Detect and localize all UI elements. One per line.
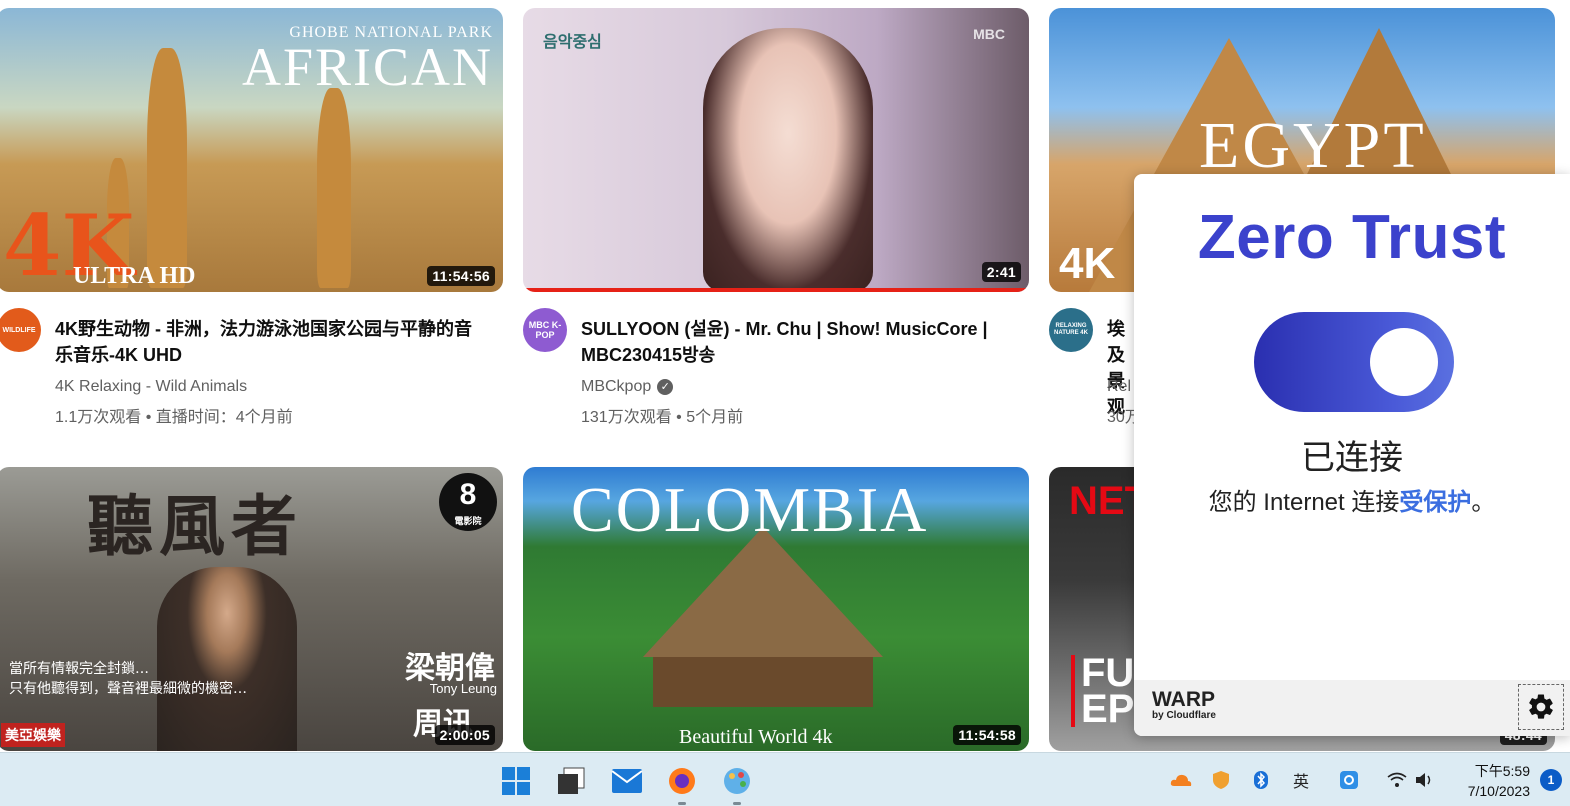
connection-status: 已连接 [1301,439,1403,477]
running-indicator [733,802,741,805]
gear-icon [1529,694,1553,719]
video-thumbnail[interactable]: 聽風者 8電影院 梁朝偉 Tony Leung 周讯 當所有情報完全封鎖… 只有… [0,467,503,751]
connection-toggle[interactable] [1254,312,1454,412]
message-suffix: 。 [1471,489,1496,516]
zero-trust-heading: Zero Trust [1197,203,1507,272]
mail-app-button[interactable] [611,765,643,797]
security-tray-button[interactable] [1210,769,1232,791]
studio-logo: 美亞娛樂 [1,723,65,747]
logo-number: 8 [459,478,477,511]
thumbnail-uhd-label: ULTRA HD [73,263,196,289]
video-title[interactable]: 4K野生动物 - 非洲，法力游泳池国家公园与平静的音乐音乐-4K UHD [55,316,475,368]
speaker-icon [1416,773,1431,787]
warp-brand: WARP [1152,688,1215,711]
watch-progress-bar [523,288,1029,292]
giraffe-shape [317,88,351,288]
channel-avatar[interactable]: RELAXING NATURE 4K [1049,308,1093,352]
channel-avatar[interactable]: WILDLIFE [0,308,41,352]
warp-logo: WARP by Cloudflare [1152,688,1216,722]
channel-name[interactable]: Rel [1107,378,1131,396]
volume-tray-button[interactable] [1414,769,1436,791]
cloudflare-tray-button[interactable] [1170,769,1192,791]
broadcaster-watermark: MBC [973,26,1005,42]
palette-icon [724,768,750,794]
thumbnail-title: AFRICAN [241,37,493,97]
app-tray-button[interactable] [1338,769,1360,791]
video-card[interactable]: GHOBE NATIONAL PARK AFRICAN 4K ULTRA HD … [0,8,503,426]
paint-app-button[interactable] [721,765,753,805]
channel-name[interactable]: MBCkpop ✓ [581,378,674,396]
logo-caption: 電影院 [454,516,482,526]
q-app-icon [1340,771,1358,789]
video-thumbnail[interactable]: 음악중심 MBC 2:41 [523,8,1029,292]
start-button[interactable] [500,765,532,797]
performer-shape [703,28,873,292]
wifi-tray-button[interactable] [1386,769,1408,791]
channel-name-label: 4K Relaxing - Wild Animals [55,378,248,395]
clock-time: 下午5:59 [1474,763,1530,779]
cloud-icon [1170,774,1192,786]
running-indicator [678,802,686,805]
channel-name[interactable]: 4K Relaxing - Wild Animals [55,378,247,396]
notification-badge[interactable]: 1 [1540,769,1562,791]
video-duration: 11:54:58 [953,725,1021,745]
connection-message: 您的 Internet 连接受保护。 [1134,482,1570,517]
thumbnail-tagline: 當所有情報完全封鎖… 只有他聽得到，聲音裡最細微的機密… [9,661,247,697]
toggle-knob [1370,328,1438,396]
thumbnail-title: EGYPT [1199,109,1427,182]
message-prefix: 您的 Internet 连接 [1208,489,1400,516]
shield-icon [1213,771,1229,789]
thumbnail-subtitle: Beautiful World 4k [679,726,833,748]
hut-body-shape [653,657,873,707]
video-title[interactable]: SULLYOON (설윤) - Mr. Chu | Show! MusicCor… [581,316,1001,368]
clock-date: 7/10/2023 [1467,783,1530,799]
video-card[interactable]: COLOMBIA Beautiful World 4k 11:54:58 [523,467,1029,751]
thumbnail-title: FU EP [1071,653,1134,729]
channel-8-logo: 8 電影院 [439,473,497,531]
video-thumbnail[interactable]: COLOMBIA Beautiful World 4k 11:54:58 [523,467,1029,751]
wifi-icon [1387,772,1407,787]
mail-icon [611,769,643,793]
video-card[interactable]: 음악중심 MBC 2:41 MBC K-POP SULLYOON (설윤) - … [523,8,1029,426]
video-thumbnail[interactable]: GHOBE NATIONAL PARK AFRICAN 4K ULTRA HD … [0,8,503,292]
giraffe-shape [147,48,187,288]
channel-avatar[interactable]: MBC K-POP [523,308,567,352]
ime-indicator[interactable]: 英 [1290,769,1312,791]
task-view-button[interactable] [555,765,587,797]
bluetooth-icon [1254,771,1268,789]
firefox-button[interactable] [666,765,698,805]
taskbar: 英 下午5:59 7/10/2023 1 [0,752,1570,806]
bluetooth-tray-button[interactable] [1250,769,1272,791]
video-duration: 2:41 [981,262,1021,282]
avatar-label: MBC K-POP [528,320,562,340]
firefox-icon [669,768,695,794]
video-duration: 11:54:56 [427,266,495,286]
warp-footer: WARP by Cloudflare [1134,680,1570,736]
channel-name-label: Rel [1107,378,1132,395]
video-duration: 2:00:05 [434,725,495,745]
avatar-label: WILDLIFE [2,326,36,334]
verified-icon: ✓ [657,379,674,395]
actor-name-en: Tony Leung [429,681,497,696]
message-highlight: 受保护 [1399,489,1472,516]
avatar-label: RELAXING NATURE 4K [1054,323,1088,336]
video-card[interactable]: 聽風者 8電影院 梁朝偉 Tony Leung 周讯 當所有情報完全封鎖… 只有… [0,467,503,751]
thumbnail-title: 聽風者 [87,487,303,565]
warp-brand-sub: by Cloudflare [1152,710,1216,721]
settings-button[interactable] [1518,684,1564,730]
video-stats: 131万次观看 • 5个月前 [581,409,744,426]
desktop-screen: GHOBE NATIONAL PARK AFRICAN 4K ULTRA HD … [0,0,1570,806]
system-clock[interactable]: 下午5:59 7/10/2023 [1450,761,1530,801]
task-view-icon [558,767,585,794]
video-stats: 1.1万次观看 • 直播时间：4个月前 [55,409,293,426]
thumbnail-title: COLOMBIA [571,474,929,545]
windows-icon [502,767,530,795]
warp-popup: Zero Trust 已连接 您的 Internet 连接受保护。 WARP b… [1134,174,1570,736]
thumbnail-4k-label: 4K [1059,239,1116,288]
channel-name-label: MBCkpop [581,378,652,395]
show-logo: 음악중심 [543,34,602,51]
